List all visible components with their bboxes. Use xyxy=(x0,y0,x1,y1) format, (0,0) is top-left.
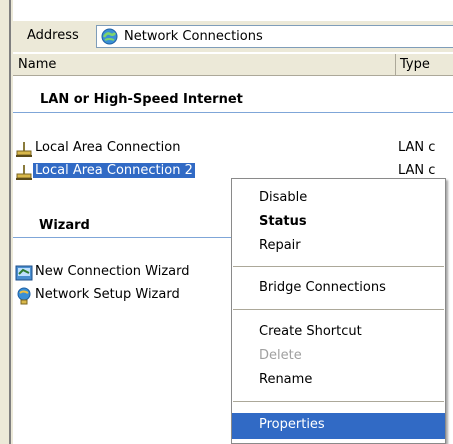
column-header: Name Type xyxy=(13,54,453,76)
menu-item-repair[interactable]: Repair xyxy=(232,234,445,258)
menu-item-label: Properties xyxy=(259,417,325,432)
menu-item-disable[interactable]: Disable xyxy=(232,186,445,210)
menu-separator xyxy=(233,401,444,402)
network-connections-icon xyxy=(101,28,118,45)
network-setup-wizard-icon xyxy=(17,287,31,305)
connection-name: New Connection Wizard xyxy=(35,264,190,279)
connection-type: LAN c xyxy=(398,140,436,155)
menu-separator xyxy=(233,309,444,310)
menu-item-status[interactable]: Status xyxy=(232,210,445,234)
menu-item-label: Bridge Connections xyxy=(259,280,386,295)
menu-item-label: Create Shortcut xyxy=(259,324,362,339)
window-left-border xyxy=(0,0,13,444)
group-divider xyxy=(13,237,233,238)
menu-item-delete: Delete xyxy=(232,344,445,368)
menu-separator xyxy=(233,266,444,267)
group-title-lan: LAN or High-Speed Internet xyxy=(40,92,243,107)
column-separator[interactable] xyxy=(395,54,396,75)
menu-item-label: Rename xyxy=(259,372,313,387)
menu-item-label: Status xyxy=(259,214,307,229)
address-bar: Address Network Connections xyxy=(13,20,453,52)
menu-item-label: Delete xyxy=(259,348,302,363)
menu-item-rename[interactable]: Rename xyxy=(232,368,445,392)
address-label: Address xyxy=(27,28,79,43)
menu-item-properties[interactable]: Properties xyxy=(232,413,445,439)
group-title-wizard: Wizard xyxy=(39,218,90,233)
group-divider xyxy=(13,112,453,113)
context-menu: Disable Status Repair Bridge Connections… xyxy=(231,178,446,444)
splitter-edge[interactable] xyxy=(9,0,11,444)
menu-item-label: Disable xyxy=(259,190,308,205)
menu-item-bridge-connections[interactable]: Bridge Connections xyxy=(232,276,445,300)
lan-connection-icon xyxy=(16,142,32,157)
column-name-header[interactable]: Name xyxy=(18,57,56,72)
connection-name: Local Area Connection xyxy=(35,140,181,155)
column-type-header[interactable]: Type xyxy=(400,57,430,72)
lan-connection-icon xyxy=(16,165,32,180)
connection-type: LAN c xyxy=(398,163,436,178)
connection-name: Network Setup Wizard xyxy=(35,287,180,302)
menu-item-create-shortcut[interactable]: Create Shortcut xyxy=(232,320,445,344)
new-connection-wizard-icon xyxy=(15,265,33,281)
address-value: Network Connections xyxy=(124,29,263,44)
menu-item-label: Repair xyxy=(259,238,301,253)
address-field[interactable]: Network Connections xyxy=(96,25,453,48)
connection-name: Local Area Connection 2 xyxy=(33,163,195,178)
